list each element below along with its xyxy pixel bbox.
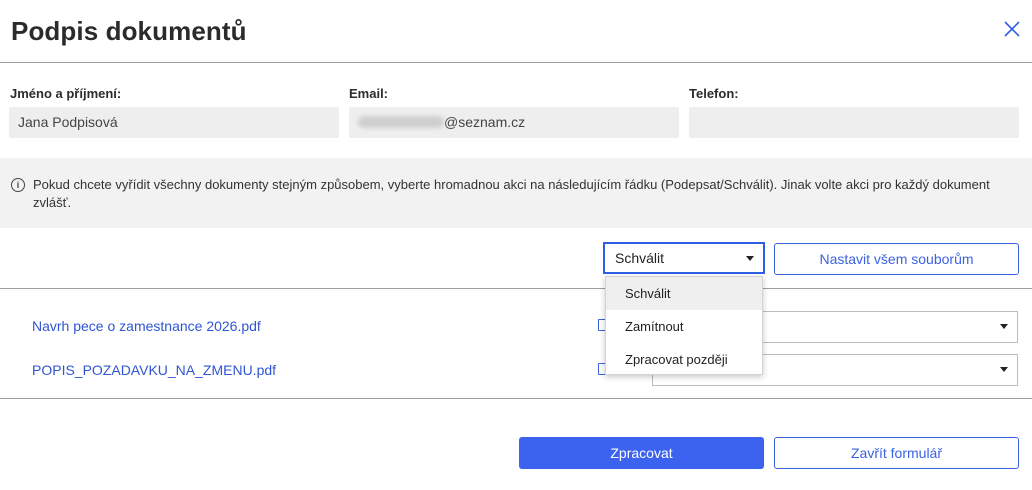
name-field[interactable]: Jana Podpisová — [9, 107, 339, 138]
document-link-2[interactable]: POPIS_POZADAVKU_NA_ZMENU.pdf — [32, 362, 276, 378]
phone-label: Telefon: — [689, 86, 739, 101]
dialog-title: Podpis dokumentů — [11, 16, 247, 46]
chevron-down-icon — [1000, 324, 1008, 329]
info-text: Pokud chcete vyřídit všechny dokumenty s… — [33, 177, 990, 210]
dropdown-option-reject[interactable]: Zamítnout — [606, 310, 762, 343]
bulk-action-select[interactable]: Schválit — [603, 242, 765, 274]
email-value: @seznam.cz — [444, 114, 526, 130]
email-field[interactable]: @seznam.cz — [349, 107, 679, 138]
chevron-down-icon — [1000, 367, 1008, 372]
chevron-down-icon — [746, 256, 754, 261]
name-label: Jméno a příjmení: — [10, 86, 122, 101]
phone-field[interactable] — [689, 107, 1019, 138]
dropdown-option-later[interactable]: Zpracovat později — [606, 343, 762, 376]
document-link-1[interactable]: Navrh pece o zamestnance 2026.pdf — [32, 318, 261, 334]
dropdown-option-approve[interactable]: Schválit — [606, 277, 762, 310]
bulk-action-dropdown: Schválit Zamítnout Zpracovat později — [605, 276, 763, 375]
info-icon: i — [11, 178, 25, 192]
email-label: Email: — [349, 86, 389, 101]
name-value: Jana Podpisová — [18, 114, 118, 130]
apply-all-button[interactable]: Nastavit všem souborům — [774, 243, 1019, 275]
close-icon[interactable] — [1002, 19, 1022, 39]
email-redacted — [358, 116, 444, 128]
divider-bottom — [0, 398, 1032, 399]
close-form-button[interactable]: Zavřít formulář — [774, 437, 1019, 469]
submit-button[interactable]: Zpracovat — [519, 437, 764, 469]
dialog-header: Podpis dokumentů — [0, 0, 1032, 63]
bulk-action-value: Schválit — [615, 250, 665, 266]
divider-top — [0, 288, 1032, 289]
